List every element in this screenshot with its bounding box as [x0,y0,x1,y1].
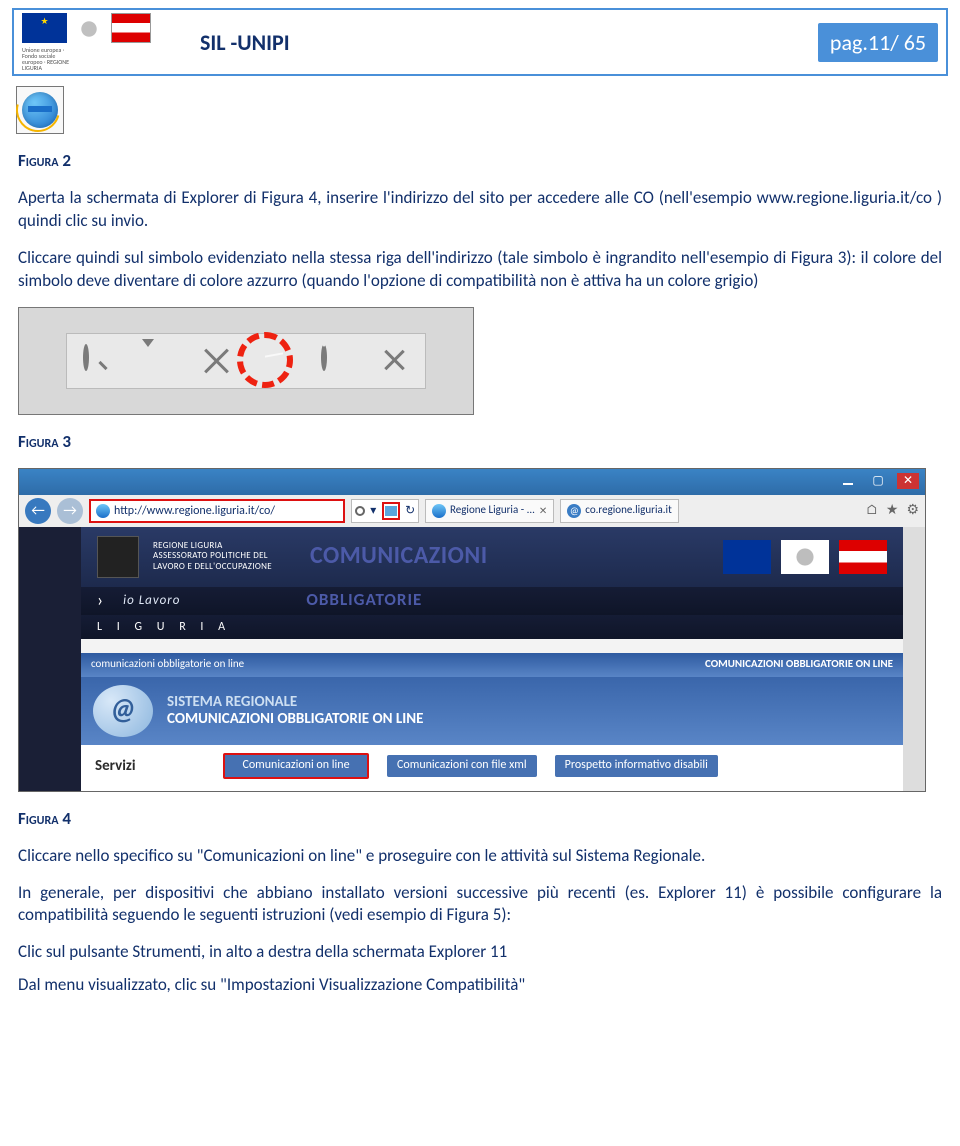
tab-at-icon: @ [567,504,581,518]
tab1-label: Regione Liguria - ... [450,503,535,518]
liguria-text: L I G U R I A [97,619,231,635]
close-icon[interactable] [381,347,409,375]
io-lavoro-text: io Lavoro [123,592,180,610]
spacer [81,639,903,653]
window-controls: ▢ ✕ [19,469,925,495]
highlight-circle [237,332,293,388]
tab-regione[interactable]: Regione Liguria - ... ✕ [425,499,554,523]
liguria-flag-icon [111,13,151,43]
breadcrumb-right: COMUNICAZIONI OBBLIGATORIE ON LINE [705,657,893,672]
eu-mini-flag-icon [723,540,771,574]
logos-caption: Unione europea · Fondo sociale europeo ·… [22,47,77,71]
address-bar-row: ← → http://www.regione.liguria.it/co/ ▾ … [19,495,925,527]
back-button[interactable]: ← [25,498,51,524]
left-sidebar [19,527,81,791]
system-banner: @ SISTEMA REGIONALE COMUNICAZIONI OBBLIG… [81,677,903,745]
header-logos: Unione europea · Fondo sociale europeo ·… [22,13,182,71]
it-mini-emblem-icon [781,540,829,574]
paragraph-4: In generale, per dispositivi che abbiano… [18,882,942,928]
search-icon[interactable] [83,347,111,375]
paragraph-5: Clic sul pulsante Strumenti, in alto a d… [18,941,942,964]
region-logo-icon [97,536,139,578]
search-small-icon [355,506,365,516]
sys-line2: COMUNICAZIONI OBBLIGATORIE ON LINE [167,711,423,728]
header-small-text: REGIONE LIGURIA ASSESSORATO POLITICHE DE… [153,541,272,572]
compatibility-highlight[interactable] [382,502,400,520]
italy-emblem-icon [70,13,108,45]
tab2-label: co.regione.liguria.it [585,503,671,518]
close-window-icon[interactable]: ✕ [897,473,919,489]
prospetto-disabili-button[interactable]: Prospetto informativo disabili [555,755,718,777]
dropdown-icon[interactable] [142,347,170,375]
figure4-caption: Figura 4 [18,808,942,831]
header-big-title: COMUNICAZIONI [310,540,488,572]
forward-button[interactable]: → [57,498,83,524]
figure3-toolbar [18,307,474,415]
sys-line1: SISTEMA REGIONALE [167,694,423,711]
chevron-right-icon: › [97,588,107,612]
tab-co[interactable]: @ co.regione.liguria.it [560,499,678,523]
page-number-badge: pag.11/ 65 [818,23,938,62]
tab-close-icon[interactable]: ✕ [539,504,547,518]
co-logo-icon: @ [93,685,153,737]
toolbar-tray: ⌂ ★ ⚙ [866,501,919,520]
site-icon [96,504,110,518]
favorites-icon[interactable]: ★ [886,501,899,520]
site-header: REGIONE LIGURIA ASSESSORATO POLITICHE DE… [81,527,903,587]
servizi-label: Servizi [95,756,205,776]
liguria-strip: L I G U R I A [81,615,903,639]
breadcrumb-left: comunicazioni obbligatorie on line [91,657,244,672]
maximize-icon[interactable]: ▢ [867,473,889,489]
internet-explorer-icon [22,92,58,128]
address-input[interactable]: http://www.regione.liguria.it/co/ [89,499,345,523]
ie-launch-icon[interactable] [16,86,64,134]
obbligatorie-text: OBBLIGATORIE [306,589,422,612]
address-search[interactable]: ▾ ↻ [351,499,419,523]
tab-favicon [432,504,446,518]
services-row: Servizi Comunicazioni on line Comunicazi… [81,745,903,791]
eu-flag-icon [22,13,67,43]
figure3-caption: Figura 3 [18,431,942,454]
doc-title: SIL -UNIPI [182,29,818,56]
scrollbar[interactable] [903,527,925,791]
breadcrumb-bar: comunicazioni obbligatorie on line COMUN… [81,653,903,677]
comunicazioni-online-button[interactable]: Comunicazioni on line [223,753,369,779]
doc-header: Unione europea · Fondo sociale europeo ·… [12,8,948,76]
paragraph-1: Aperta la schermata di Explorer di Figur… [18,187,942,233]
url-text: http://www.regione.liguria.it/co/ [114,503,275,519]
compatibility-small-icon [385,506,397,516]
tools-icon[interactable]: ⚙ [906,501,919,520]
paragraph-3: Cliccare nello specifico su "Comunicazio… [18,845,942,868]
minimize-icon[interactable] [837,473,859,489]
site-subheader: › io Lavoro OBBLIGATORIE [81,587,903,615]
lig-mini-flag-icon [839,540,887,574]
stop-icon[interactable] [202,347,230,375]
home-icon[interactable]: ⌂ [866,501,878,520]
figure2-caption: Figura 2 [18,150,942,173]
header-flags [723,540,887,574]
paragraph-6: Dal menu visualizzato, clic su "Impostaz… [18,974,942,997]
paragraph-2: Cliccare quindi sul simbolo evidenziato … [18,247,942,293]
refresh-icon[interactable] [321,347,349,375]
figure4-browser: ▢ ✕ ← → http://www.regione.liguria.it/co… [18,468,926,792]
comunicazioni-xml-button[interactable]: Comunicazioni con file xml [387,755,537,777]
